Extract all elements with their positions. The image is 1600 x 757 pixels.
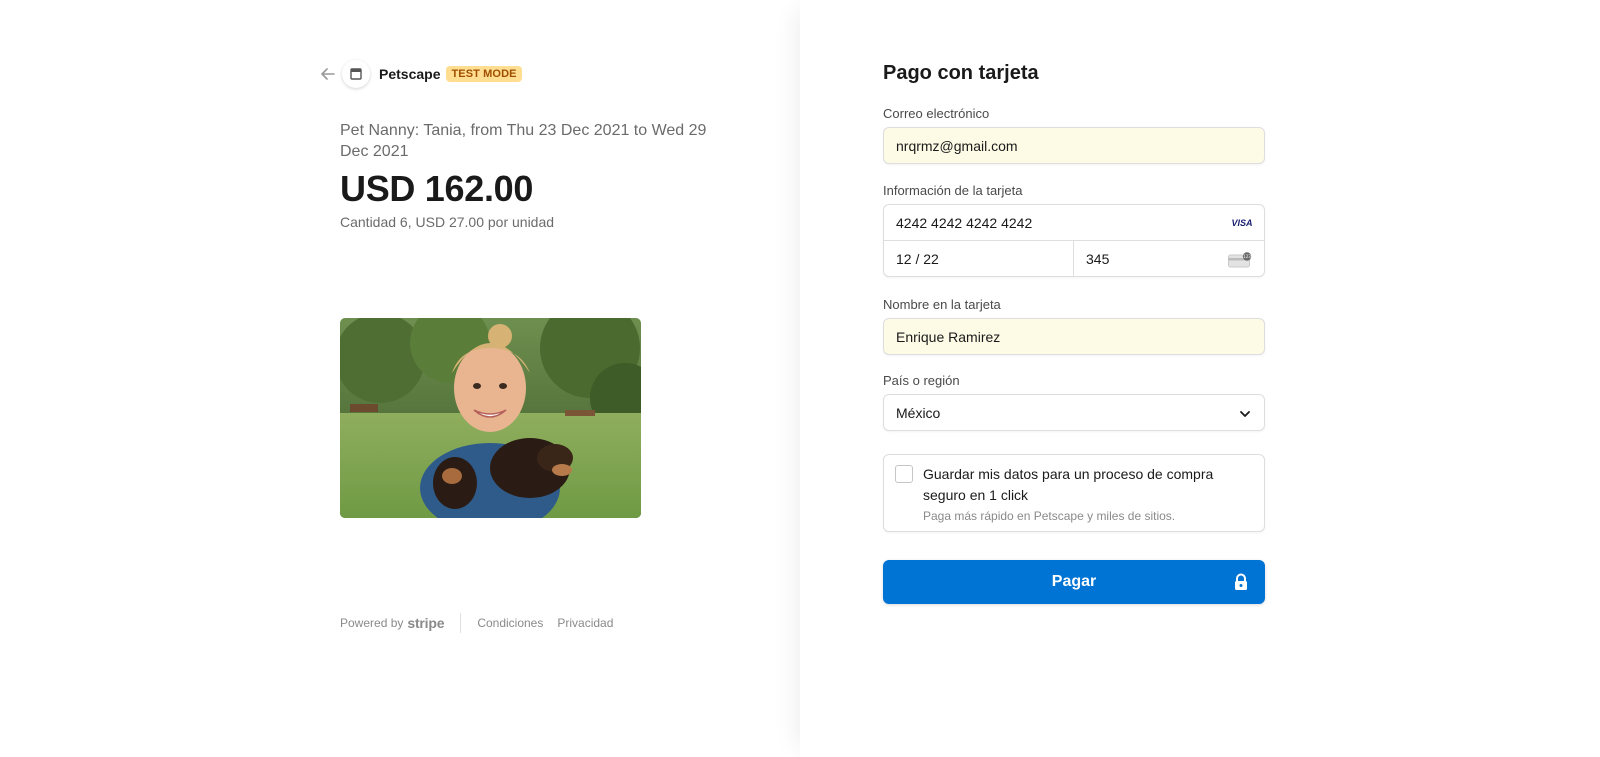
- form-title: Pago con tarjeta: [883, 62, 1039, 84]
- email-field[interactable]: nrqrmz@gmail.com: [883, 127, 1265, 164]
- visa-icon: VISA: [1231, 218, 1253, 228]
- pay-button-label: Pagar: [1051, 573, 1097, 590]
- chevron-down-icon: [1238, 407, 1252, 421]
- total-price: USD 162.00: [340, 168, 534, 209]
- save-info-box: Guardar mis datos para un proceso de com…: [883, 454, 1265, 532]
- card-info-group: 4242 4242 4242 4242 VISA 12 / 22 345 123: [883, 204, 1265, 277]
- card-number-value: 4242 4242 4242 4242: [896, 214, 1033, 231]
- save-info-checkbox[interactable]: [895, 465, 913, 483]
- powered-by-label: Powered by: [340, 616, 404, 630]
- arrow-left-icon[interactable]: [318, 64, 338, 84]
- product-description: Pet Nanny: Tania, from Thu 23 Dec 2021 t…: [340, 122, 707, 160]
- merchant-header: Petscape TEST MODE: [318, 60, 522, 88]
- card-info-label: Información de la tarjeta: [883, 183, 1023, 198]
- save-info-subtitle: Paga más rápido en Petscape y miles de s…: [923, 509, 1176, 523]
- lock-icon: [1234, 573, 1248, 591]
- store-icon: [342, 60, 370, 88]
- order-summary-pane: Petscape TEST MODE Pet Nanny: Tania, fro…: [0, 0, 800, 757]
- country-value: México: [896, 404, 941, 421]
- country-select[interactable]: México: [883, 394, 1265, 431]
- card-expiry-input[interactable]: 12 / 22: [884, 241, 1074, 277]
- stripe-logo: stripe: [407, 615, 445, 631]
- email-label: Correo electrónico: [883, 106, 990, 121]
- save-info-title: Guardar mis datos para un proceso de com…: [923, 466, 1214, 503]
- merchant-name: Petscape: [379, 66, 441, 82]
- footer: Powered by stripe Condiciones Privacidad: [340, 613, 627, 633]
- terms-link[interactable]: Condiciones: [477, 616, 543, 630]
- powered-by-stripe[interactable]: Powered by stripe: [340, 615, 445, 631]
- svg-text:123: 123: [1243, 254, 1251, 259]
- quantity-note: Cantidad 6, USD 27.00 por unidad: [340, 214, 555, 230]
- footer-divider: [460, 613, 462, 633]
- country-label: País o región: [883, 373, 960, 388]
- card-cvc-value: 345: [1086, 251, 1110, 267]
- privacy-link[interactable]: Privacidad: [557, 616, 613, 630]
- test-mode-badge: TEST MODE: [446, 66, 522, 82]
- name-label: Nombre en la tarjeta: [883, 297, 1001, 312]
- product-image: [340, 318, 641, 518]
- cardholder-name-field[interactable]: Enrique Ramirez: [883, 318, 1265, 355]
- cvc-card-icon: 123: [1228, 252, 1252, 268]
- pay-button[interactable]: Pagar: [883, 560, 1265, 604]
- card-number-input[interactable]: 4242 4242 4242 4242: [884, 205, 1264, 241]
- card-expiry-value: 12 / 22: [896, 251, 939, 267]
